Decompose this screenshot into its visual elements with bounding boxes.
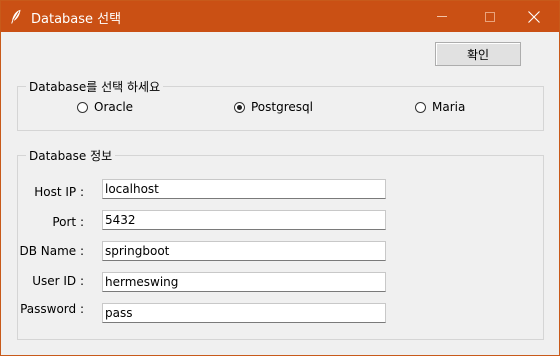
password-label: Password : (20, 302, 84, 316)
feather-icon (11, 9, 21, 24)
radio-maria[interactable]: Maria (415, 99, 465, 115)
maximize-button[interactable] (467, 1, 513, 32)
database-select-legend: Database를 선택 하세요 (26, 78, 164, 95)
minimize-button[interactable] (419, 1, 465, 32)
title-bar[interactable]: Database 선택 (1, 1, 559, 32)
radio-selected-dot (237, 104, 242, 110)
close-icon (528, 10, 540, 23)
radio-postgresql-label: Postgresql (251, 100, 313, 114)
db-name-label: DB Name : (19, 244, 84, 258)
database-select-window: Database 선택 확인 Database를 선택 하세요 Oracle P… (0, 0, 560, 356)
db-name-field[interactable] (102, 241, 386, 261)
radio-maria-indicator[interactable] (415, 101, 426, 113)
radio-oracle-indicator[interactable] (77, 101, 88, 113)
radio-maria-label: Maria (432, 100, 466, 114)
radio-oracle[interactable]: Oracle (77, 99, 133, 115)
radio-postgresql[interactable]: Postgresql (234, 99, 313, 115)
port-field[interactable] (102, 210, 386, 230)
confirm-button[interactable]: 확인 (435, 42, 521, 66)
password-field[interactable] (102, 303, 386, 323)
radio-oracle-label: Oracle (94, 100, 134, 114)
radio-postgresql-indicator[interactable] (234, 101, 245, 113)
database-info-legend: Database 정보 (26, 147, 116, 164)
port-label: Port : (52, 215, 84, 229)
user-id-field[interactable] (102, 272, 386, 292)
close-button[interactable] (511, 1, 557, 32)
host-ip-label: Host IP : (34, 185, 84, 199)
user-id-label: User ID : (32, 274, 84, 288)
host-ip-field[interactable] (102, 179, 386, 199)
window-title: Database 선택 (31, 12, 122, 27)
minimize-icon (437, 16, 447, 17)
maximize-icon (485, 11, 495, 22)
